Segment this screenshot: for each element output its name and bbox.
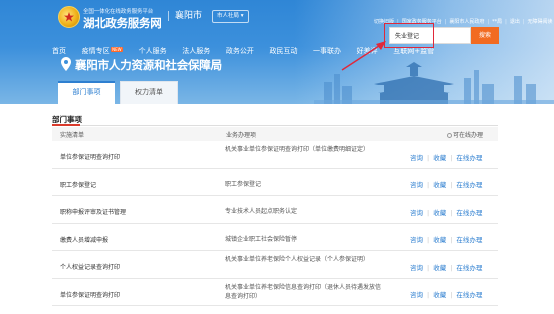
column-header-implementation-list: 实施清单 [60, 132, 85, 139]
table-header: 实施清单 业务办理项 可在线办理 [52, 127, 498, 141]
items-table: 单位参保证明查询打印 机关事业单位参保证明查询打印（单位缴费明细证定） 咨询 | 收… [52, 141, 498, 306]
section-divider [52, 125, 498, 126]
nav-interaction[interactable]: 政民互动 [269, 47, 297, 56]
row-name: 职称申报评审及证书管理 [60, 209, 127, 216]
row-name: 职工参保登记 [60, 181, 97, 189]
row-name: 单位参保证明查询打印 [60, 291, 121, 299]
link-accessibility[interactable]: 无障碍阅读 [528, 19, 553, 25]
location-pin-icon [61, 57, 71, 71]
consult-link[interactable]: 咨询 [410, 264, 423, 272]
current-city: 襄阳市 [168, 11, 202, 21]
online-apply-link[interactable]: 在线办理 [456, 209, 482, 217]
row-actions: 咨询 | 收藏 | 在线办理 [410, 236, 483, 244]
column-header-business-item: 业务办理项 [226, 132, 257, 139]
link-logout[interactable]: 退出 [510, 19, 520, 25]
table-row: 职称申报评审及证书管理 专业技术人员起点职务认定 咨询 | 收藏 | 在线办理 [52, 196, 498, 224]
online-apply-link[interactable]: 在线办理 [456, 236, 482, 244]
row-item: 机关事业单位养老保险信息查询打印（退休人员待遇发放信息查询打印） [225, 283, 382, 300]
row-item: 职工参保登记 [225, 180, 262, 188]
table-row: 单位参保证明查询打印 机关事业单位养老保险信息查询打印（退休人员待遇发放信息查询… [52, 279, 498, 306]
nav-supervision[interactable]: 互联网+监管 [393, 47, 434, 56]
logo-title: 湖北政务服务网 [83, 16, 162, 30]
table-row: 个人权益记录查询打印 机关事业单位养老保险个人权益记录（个人参保证明） 咨询 | 收… [52, 251, 498, 279]
emblem-icon [58, 6, 80, 28]
row-actions: 咨询 | 收藏 | 在线办理 [410, 263, 483, 272]
table-row: 职工参保登记 职工参保登记 咨询 | 收藏 | 在线办理 [52, 169, 498, 196]
row-actions: 咨询 | 收藏 | 在线办理 [410, 208, 483, 217]
favorite-link[interactable]: 收藏 [433, 154, 446, 162]
nav-gov-disclosure[interactable]: 政务公开 [226, 47, 254, 56]
row-item: 专业技术人员起点职务认定 [225, 208, 298, 215]
nav-one-stop[interactable]: 一事联办 [313, 47, 341, 56]
online-apply-link[interactable]: 在线办理 [456, 181, 482, 189]
favorite-link[interactable]: 收藏 [433, 209, 446, 217]
row-name: 单位参保证明查询打印 [60, 154, 121, 161]
department-switch-button[interactable]: 市人社局 ▾ [212, 10, 249, 23]
site-header: 全国一体化在线政务服务平台 湖北政务服务网 襄阳市 市人社局 ▾ 切换旧版 | 国家… [0, 0, 554, 104]
new-badge: NEW [110, 47, 124, 52]
row-actions: 咨询 | 收藏 | 在线办理 [410, 291, 483, 299]
online-apply-link[interactable]: 在线办理 [456, 154, 482, 162]
table-row: 缴费人员增减申报 城镇企业职工社会保险暂停 咨询 | 收藏 | 在线办理 [52, 224, 498, 251]
row-actions: 咨询 | 收藏 | 在线办理 [410, 153, 483, 162]
online-legend: 可在线办理 [447, 130, 483, 139]
top-links: 切换旧版 | 国家政务服务平台 | 襄阳市人民政府 | **局 | 退出 | 无障碍阅读 [374, 19, 553, 25]
consult-link[interactable]: 咨询 [410, 154, 423, 162]
favorite-link[interactable]: 收藏 [433, 264, 446, 272]
row-item: 机关事业单位参保证明查询打印（单位缴费明细证定） [225, 146, 370, 153]
consult-link[interactable]: 咨询 [410, 291, 423, 299]
tab-department-items[interactable]: 部门事项 [58, 81, 115, 104]
annotation-arrow-icon [341, 41, 386, 71]
row-item: 城镇企业职工社会保险暂停 [225, 235, 298, 243]
tab-power-list[interactable]: 权力清单 [120, 81, 178, 104]
favorite-link[interactable]: 收藏 [433, 181, 446, 189]
nav-home[interactable]: 首页 [52, 47, 66, 56]
consult-link[interactable]: 咨询 [410, 209, 423, 217]
favorite-link[interactable]: 收藏 [433, 236, 446, 244]
online-apply-link[interactable]: 在线办理 [456, 264, 482, 272]
section-accent-bar [52, 124, 80, 126]
nav-epidemic[interactable]: 疫情专区 NEW [82, 47, 124, 56]
link-city-government[interactable]: 襄阳市人民政府 [449, 19, 484, 25]
row-actions: 咨询 | 收藏 | 在线办理 [410, 181, 483, 189]
nav-legal-services[interactable]: 法人服务 [182, 47, 210, 56]
link-user[interactable]: **局 [492, 19, 502, 25]
online-apply-link[interactable]: 在线办理 [456, 291, 482, 299]
consult-link[interactable]: 咨询 [410, 181, 423, 189]
row-name: 个人权益记录查询打印 [60, 264, 121, 271]
favorite-link[interactable]: 收藏 [433, 291, 446, 299]
online-legend-icon [447, 132, 452, 138]
search-button[interactable]: 搜索 [471, 27, 499, 44]
site-logo[interactable]: 全国一体化在线政务服务平台 湖北政务服务网 [58, 5, 162, 31]
logo-subtitle: 全国一体化在线政务服务平台 [83, 9, 154, 15]
table-row: 单位参保证明查询打印 机关事业单位参保证明查询打印（单位缴费明细证定） 咨询 | 收… [52, 141, 498, 169]
consult-link[interactable]: 咨询 [410, 236, 423, 244]
nav-personal-services[interactable]: 个人服务 [139, 47, 167, 56]
row-name: 缴费人员增减申报 [60, 236, 109, 244]
row-item: 机关事业单位养老保险个人权益记录（个人参保证明） [225, 256, 370, 263]
department-title: 襄阳市人力资源和社会保障局 [75, 58, 222, 72]
